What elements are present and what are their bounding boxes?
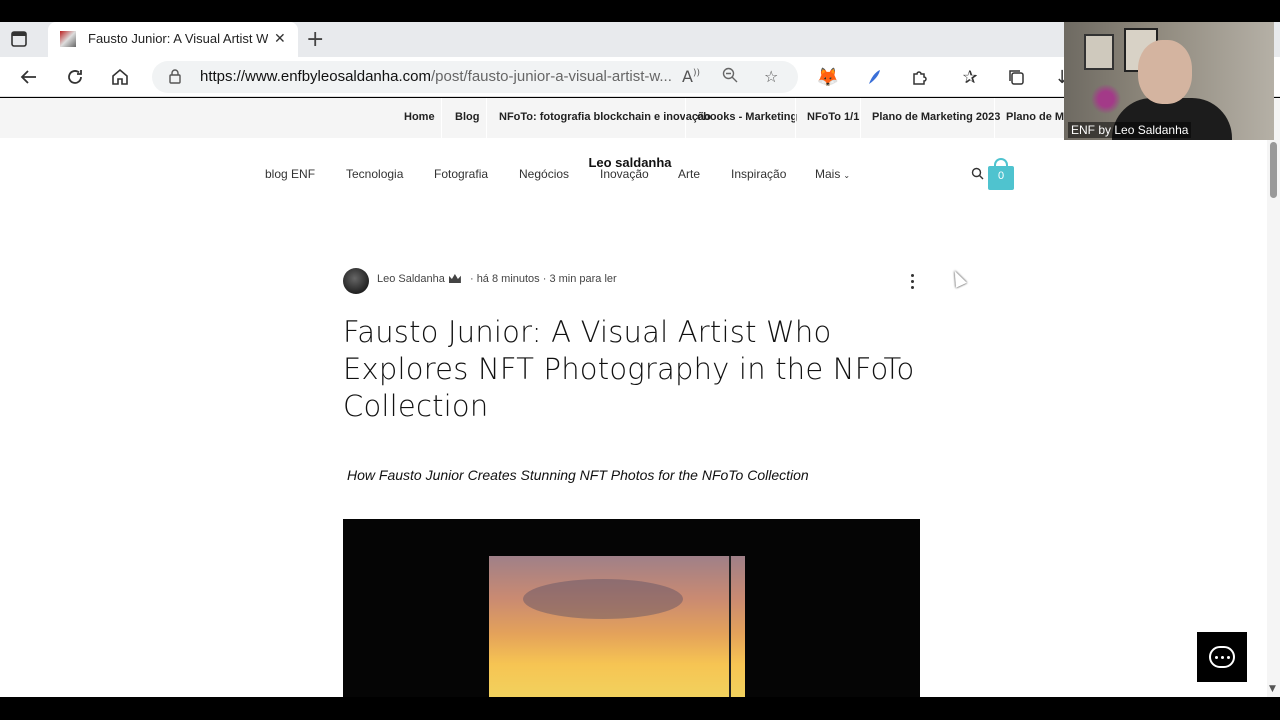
author-name[interactable]: Leo Saldanha [377, 273, 445, 285]
read-time: 3 min para ler [549, 273, 617, 285]
favicon-icon [60, 31, 76, 47]
chat-button[interactable] [1197, 632, 1247, 682]
collections-icon[interactable] [1004, 65, 1028, 89]
tab-actions-icon[interactable] [10, 30, 38, 50]
close-icon[interactable]: ✕ [274, 31, 286, 47]
scroll-down-icon[interactable]: ▼ [1269, 684, 1276, 694]
webcam-overlay: ENF by Leo Saldanha [1064, 22, 1274, 140]
back-icon[interactable] [17, 65, 41, 89]
nav-link-ebooks[interactable]: ebooks - Marketing [697, 111, 797, 123]
person-head [1138, 40, 1192, 104]
admin-crown-icon [448, 274, 461, 283]
cloud-shape [523, 579, 683, 619]
kebab-menu-icon[interactable] [906, 272, 918, 290]
cart-count: 0 [997, 170, 1005, 182]
address-bar[interactable]: https://www.enfbyleosaldanha.com/post/fa… [152, 61, 798, 93]
chat-icon [1209, 646, 1235, 668]
read-aloud-icon[interactable]: A)) [682, 67, 700, 86]
favorites-icon[interactable]: ✰ [958, 65, 982, 89]
metamask-icon[interactable]: 🦊 [816, 65, 840, 89]
plus-icon[interactable]: + [306, 27, 324, 52]
category-inspiracao[interactable]: Inspiração [731, 167, 786, 181]
home-icon[interactable] [108, 65, 132, 89]
browser-tab[interactable]: Fausto Junior: A Visual Artist Who ✕ [48, 22, 298, 57]
page-content: Leo saldanha blog ENF Tecnologia Fotogra… [0, 138, 1280, 697]
puzzle-icon[interactable] [908, 65, 932, 89]
chevron-down-icon: ⌄ [843, 171, 851, 180]
nav-link-home[interactable]: Home [404, 111, 435, 123]
page-title: Fausto Junior: A Visual Artist Who Explo… [343, 315, 915, 423]
post-meta: Leo Saldanha · há 8 minutos · 3 min para… [377, 273, 617, 285]
nav-link-nfoto[interactable]: NFoTo: fotografia blockchain e inovação [499, 111, 711, 123]
reload-icon[interactable] [63, 65, 87, 89]
nav-link-nfoto-1-1[interactable]: NFoTo 1/1 [807, 111, 859, 123]
screen: Fausto Junior: A Visual Artist Who ✕ + h… [0, 0, 1280, 720]
star-icon[interactable]: ☆ [764, 67, 778, 86]
flowers [1086, 84, 1126, 114]
category-blog-enf[interactable]: blog ENF [265, 167, 315, 181]
category-tecnologia[interactable]: Tecnologia [346, 167, 403, 181]
sunset-window [489, 556, 745, 697]
category-mais[interactable]: Mais ⌄ [815, 167, 850, 181]
nav-link-plano-2023[interactable]: Plano de Marketing 2023 [872, 111, 1000, 123]
nav-divider [795, 98, 796, 138]
nav-link-blog[interactable]: Blog [455, 111, 479, 123]
extension-feather-icon[interactable] [862, 65, 886, 89]
post-time: há 8 minutos [476, 273, 540, 285]
nav-divider [441, 98, 442, 138]
nav-divider [486, 98, 487, 138]
window-frame-bar [729, 556, 731, 697]
url-text[interactable]: https://www.enfbyleosaldanha.com/post/fa… [200, 68, 680, 85]
lock-icon[interactable] [168, 68, 182, 88]
post-hero-image[interactable] [343, 519, 920, 697]
category-mais-label: Mais [815, 167, 841, 181]
category-arte[interactable]: Arte [678, 167, 700, 181]
webcam-name-label: ENF by Leo Saldanha [1068, 122, 1192, 138]
nav-divider [685, 98, 686, 138]
category-negocios[interactable]: Negócios [519, 167, 569, 181]
url-domain: https://www.enfbyleosaldanha.com [200, 68, 431, 85]
scroll-thumb[interactable] [1270, 142, 1277, 198]
avatar[interactable] [343, 268, 369, 294]
cart-icon[interactable]: 0 [988, 158, 1014, 190]
scrollbar[interactable]: ▼ [1267, 98, 1280, 697]
nav-divider [860, 98, 861, 138]
category-fotografia[interactable]: Fotografia [434, 167, 488, 181]
zoom-icon[interactable] [722, 67, 738, 87]
tab-title: Fausto Junior: A Visual Artist Who [88, 31, 268, 46]
search-icon[interactable] [971, 167, 984, 184]
category-inovacao[interactable]: Inovação [600, 167, 649, 181]
url-path: /post/fausto-junior-a-visual-artist-w... [430, 68, 672, 85]
post-subtitle: How Fausto Junior Creates Stunning NFT P… [347, 467, 809, 483]
nav-divider [994, 98, 995, 138]
wall-frame [1084, 34, 1114, 70]
